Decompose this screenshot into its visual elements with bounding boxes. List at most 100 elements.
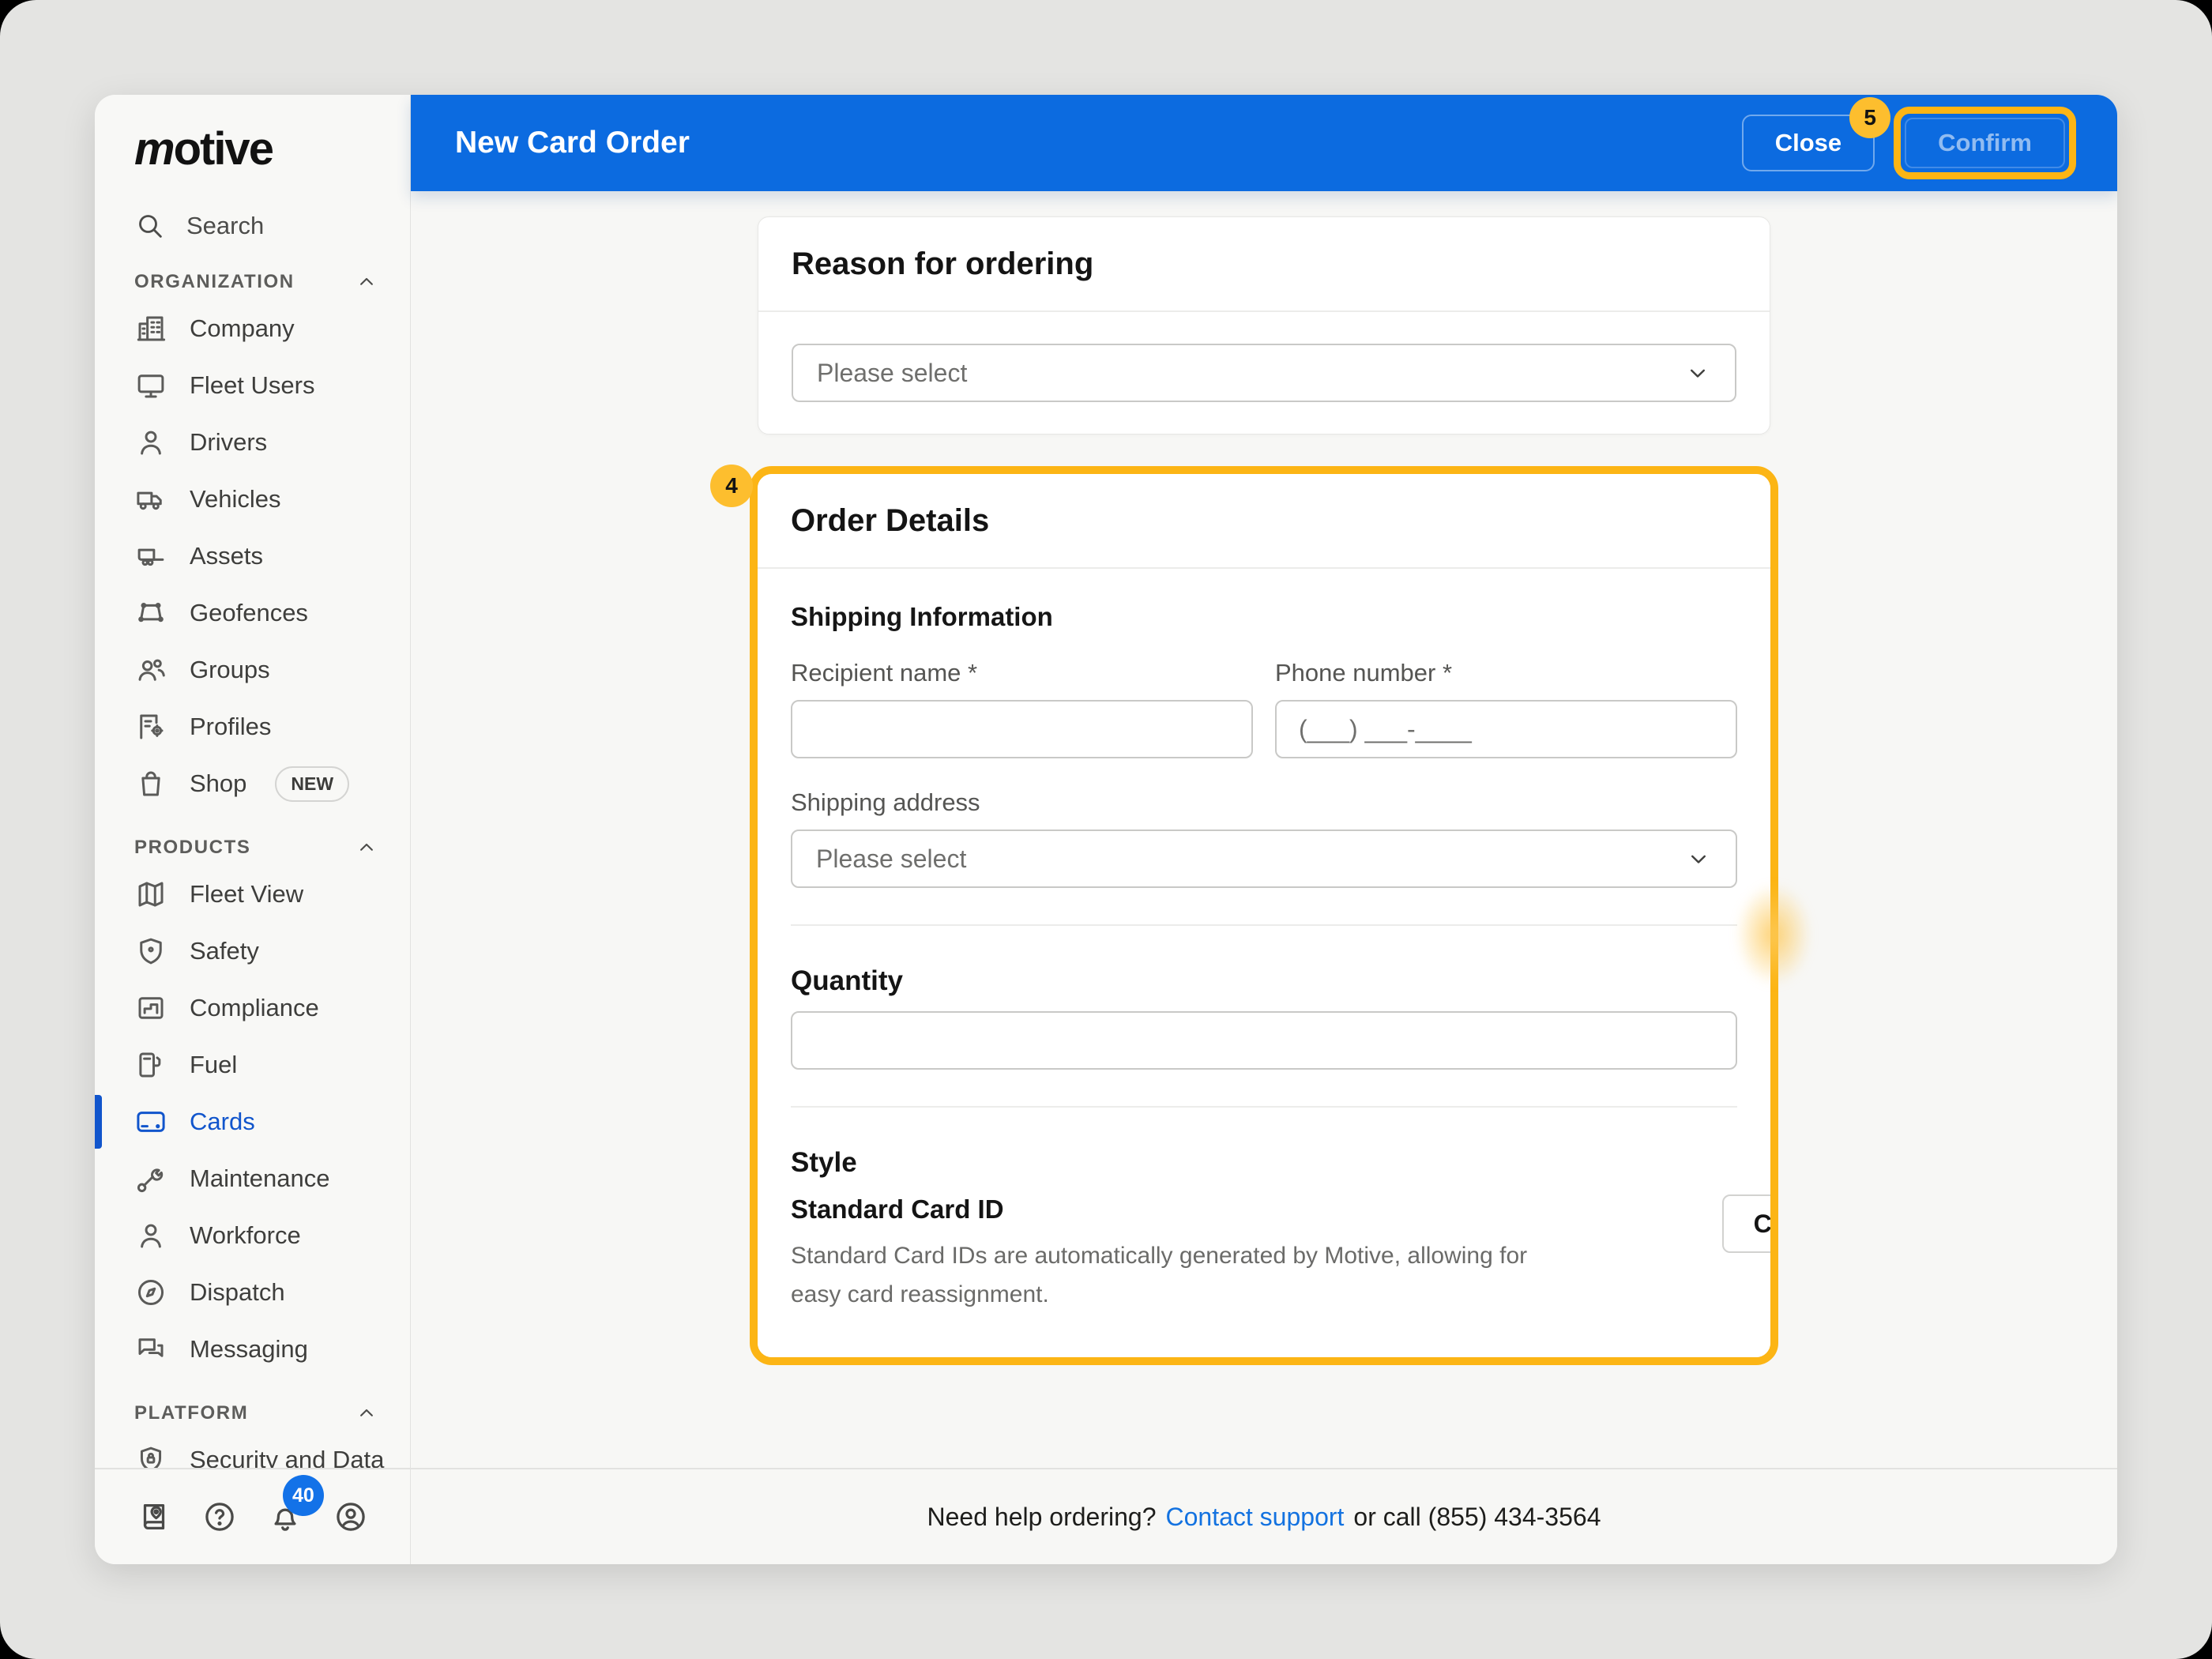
notifications-button[interactable]: 40 [267, 1475, 324, 1535]
help-text-prefix: Need help ordering? [927, 1502, 1157, 1531]
modal-header: New Card Order Close 5 Confirm [411, 95, 2117, 191]
modal-content: Reason for ordering Please select 4 Orde… [411, 191, 2117, 1468]
reason-card-body: Please select [758, 312, 1770, 434]
order-card-header: Order Details [758, 474, 1770, 569]
section-header-products[interactable]: PRODUCTS [134, 836, 378, 860]
order-card-body: Shipping Information Recipient name * Ph… [758, 569, 1770, 1357]
person-icon [134, 1219, 167, 1252]
sidebar-item-company[interactable]: Company [95, 300, 410, 357]
shipping-address-select[interactable]: Please select [791, 830, 1737, 888]
people-icon [134, 653, 167, 687]
sidebar-item-shop[interactable]: Shop NEW [95, 755, 410, 812]
sidebar-item-assets[interactable]: Assets [95, 528, 410, 585]
order-details-highlight-ring: Order Details Shipping Information Recip… [750, 466, 1778, 1365]
search-input[interactable]: Search [134, 210, 410, 242]
wrench-icon [134, 1162, 167, 1195]
chevron-down-icon [1684, 359, 1711, 386]
chevron-down-icon [1685, 845, 1712, 872]
quantity-input[interactable] [791, 1011, 1737, 1070]
reason-card-header: Reason for ordering [758, 217, 1770, 312]
sidebar-item-maintenance[interactable]: Maintenance [95, 1150, 410, 1207]
sidebar-item-safety[interactable]: Safety [95, 923, 410, 980]
help-text-suffix: or call (855) 434-3564 [1353, 1502, 1601, 1531]
page-title: New Card Order [455, 126, 690, 160]
sidebar-item-security-and-data[interactable]: Security and Data [95, 1431, 410, 1468]
guide-button[interactable] [136, 1499, 172, 1535]
style-option-row: Standard Card ID Standard Card IDs are a… [791, 1194, 1770, 1321]
credit-card-icon [134, 1105, 167, 1138]
chevron-up-icon [355, 836, 378, 860]
close-button[interactable]: Close 5 [1741, 97, 1891, 171]
sidebar-nav: ORGANIZATION Company Fleet Users Drivers… [95, 246, 410, 1468]
order-card-title: Order Details [791, 502, 990, 538]
nav-section-organization: ORGANIZATION Company Fleet Users Drivers… [95, 270, 410, 812]
change-style-button[interactable]: Change [1721, 1194, 1770, 1253]
user-circle-icon [333, 1499, 369, 1535]
chat-icon [134, 1333, 167, 1366]
sidebar-item-messaging[interactable]: Messaging [95, 1321, 410, 1378]
shipping-address-label: Shipping address [791, 788, 980, 816]
sidebar-item-geofences[interactable]: Geofences [95, 585, 410, 641]
shopping-bag-icon [134, 767, 167, 800]
chevron-up-icon [355, 270, 378, 294]
order-details-annotation: 4 Order Details Shipping Information Rec… [710, 465, 1811, 1365]
sidebar-item-profiles[interactable]: Profiles [95, 698, 410, 755]
help-circle-icon [201, 1499, 238, 1535]
sidebar-item-fleet-users[interactable]: Fleet Users [95, 357, 410, 414]
sidebar-item-fleet-view[interactable]: Fleet View [95, 866, 410, 923]
order-details-card: Order Details Shipping Information Recip… [758, 474, 1770, 1357]
dispatch-icon [134, 1276, 167, 1309]
sidebar: Motive Search ORGANIZATION Company Fleet… [95, 95, 411, 1564]
confirm-button[interactable]: Confirm [1905, 118, 2065, 168]
compliance-icon [134, 991, 167, 1025]
geofence-icon [134, 596, 167, 630]
desktop-background: Motive Search ORGANIZATION Company Fleet… [0, 0, 2212, 1659]
screenshot-stage: Motive Search ORGANIZATION Company Fleet… [0, 0, 2212, 1659]
style-option-description: Standard Card IDs are automatically gene… [791, 1243, 1528, 1307]
sidebar-item-vehicles[interactable]: Vehicles [95, 471, 410, 528]
company-icon [134, 312, 167, 345]
phone-field-group: Phone number * [1275, 659, 1737, 758]
sidebar-item-drivers[interactable]: Drivers [95, 414, 410, 471]
annotation-badge-4: 4 [710, 465, 753, 507]
new-badge: NEW [275, 766, 350, 802]
reason-select[interactable]: Please select [792, 344, 1736, 402]
help-button[interactable] [201, 1499, 238, 1535]
fuel-pump-icon [134, 1048, 167, 1082]
reason-card-title: Reason for ordering [792, 246, 1094, 281]
sidebar-item-dispatch[interactable]: Dispatch [95, 1264, 410, 1321]
chevron-up-icon [355, 1401, 378, 1425]
person-icon [134, 426, 167, 459]
section-header-platform[interactable]: PLATFORM [134, 1401, 378, 1425]
trailer-icon [134, 540, 167, 573]
recipient-name-input[interactable] [791, 700, 1253, 758]
quantity-label: Quantity [791, 965, 903, 996]
notification-count-badge: 40 [282, 1475, 324, 1516]
phone-number-label: Phone number * [1275, 659, 1453, 687]
header-actions: Close 5 Confirm [1741, 97, 2076, 179]
motive-logo: Motive [134, 123, 274, 175]
section-header-organization[interactable]: ORGANIZATION [134, 270, 378, 294]
shield-icon [134, 935, 167, 968]
annotation-badge-5: 5 [1849, 97, 1891, 138]
main-panel: New Card Order Close 5 Confirm Reason fo… [411, 95, 2117, 1564]
sidebar-header: Motive [95, 95, 410, 172]
search-placeholder: Search [186, 212, 265, 239]
account-button[interactable] [333, 1499, 369, 1535]
book-location-icon [136, 1499, 172, 1535]
sidebar-item-cards[interactable]: Cards [95, 1093, 410, 1150]
app-window: Motive Search ORGANIZATION Company Fleet… [95, 95, 2117, 1564]
sidebar-item-fuel[interactable]: Fuel [95, 1036, 410, 1093]
style-option-name: Standard Card ID [791, 1194, 1004, 1224]
reason-for-ordering-card: Reason for ordering Please select [758, 216, 1770, 434]
sidebar-item-groups[interactable]: Groups [95, 641, 410, 698]
truck-icon [134, 483, 167, 516]
annotation-glow [1736, 883, 1811, 986]
sidebar-item-workforce[interactable]: Workforce [95, 1207, 410, 1264]
phone-number-input[interactable] [1275, 700, 1737, 758]
help-footer: Need help ordering? Contact support or c… [411, 1468, 2117, 1564]
contact-support-link[interactable]: Contact support [1166, 1503, 1345, 1532]
confirm-highlight-ring: Confirm [1894, 107, 2076, 179]
sidebar-item-compliance[interactable]: Compliance [95, 980, 410, 1036]
shipping-form-row: Recipient name * Phone number * [791, 659, 1737, 758]
